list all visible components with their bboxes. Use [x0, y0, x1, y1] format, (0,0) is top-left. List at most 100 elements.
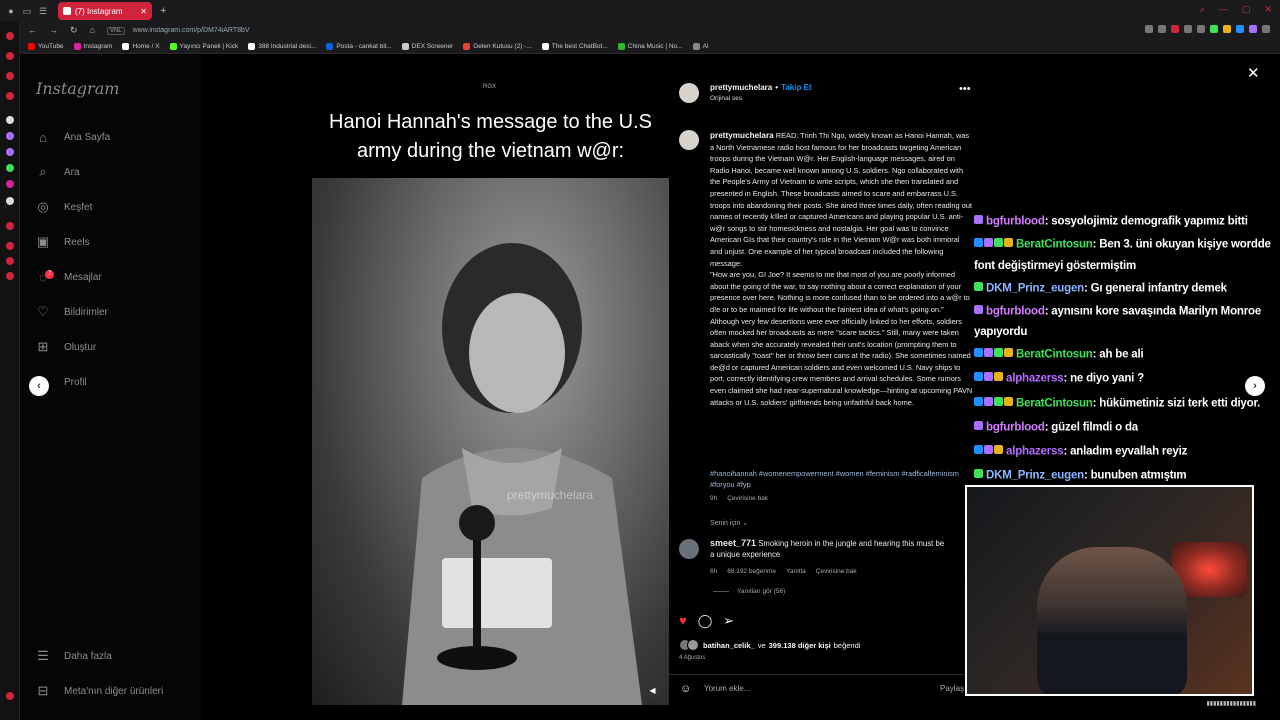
avatar[interactable]	[679, 130, 699, 150]
bookmark-item[interactable]: Instagram	[73, 42, 112, 50]
chat-username[interactable]: BeratCintosun	[1016, 397, 1093, 409]
sidebar-item-profile[interactable]: ● Profil	[35, 371, 195, 393]
extension-icon[interactable]	[1210, 25, 1218, 33]
extension-icon[interactable]	[1223, 25, 1231, 33]
new-tab-icon[interactable]: +	[160, 5, 166, 17]
extension-icon[interactable]	[1171, 25, 1179, 33]
comment-likes[interactable]: 68.192 beğenme	[727, 568, 776, 575]
bookmark-item[interactable]: 388 Industrial desi...	[248, 42, 316, 50]
bookmark-item[interactable]: YouTube	[28, 42, 64, 50]
chat-username[interactable]: DKM_Prinz_eugen	[986, 470, 1084, 482]
chat-username[interactable]: alphazerss	[1006, 446, 1064, 458]
sidebar-item-messages[interactable]: ◌ 7 Mesajlar	[35, 266, 195, 288]
bookmark-item[interactable]: Posta - cankat bil...	[326, 42, 392, 50]
bookmark-item[interactable]: AI	[692, 42, 709, 50]
close-icon[interactable]: ✕	[1247, 64, 1260, 82]
chat-username[interactable]: bgfurblood	[986, 422, 1045, 434]
forward-icon[interactable]: →	[49, 25, 58, 36]
bookmark-item[interactable]: Yayıncı Paneli | Kick	[169, 42, 238, 50]
audio-label[interactable]: Orijinal ses	[710, 95, 742, 102]
dock-app-icon[interactable]	[6, 222, 14, 230]
menu-icon[interactable]	[1262, 25, 1270, 33]
close-window-icon[interactable]: ✕	[1264, 4, 1272, 15]
reload-icon[interactable]: ↻	[70, 25, 78, 36]
caption-username[interactable]: prettymuchelara	[710, 131, 774, 140]
dock-app-icon[interactable]	[6, 52, 14, 60]
mute-icon[interactable]: ◀	[645, 683, 660, 698]
comment-input[interactable]	[704, 684, 904, 693]
browser-menu-icon[interactable]: ●	[6, 6, 16, 16]
emoji-icon[interactable]: ☺	[680, 683, 691, 695]
chat-username[interactable]: alphazerss	[1006, 373, 1064, 385]
bookmark-item[interactable]: Gelen Kutusu (2) -...	[463, 42, 532, 50]
extension-icon[interactable]	[1184, 25, 1192, 33]
view-replies-button[interactable]: Yanıtları gör (56)	[713, 588, 785, 595]
sidebar-item-create[interactable]: ⊞ Oluştur	[35, 336, 195, 358]
chat-username[interactable]: DKM_Prinz_eugen	[986, 282, 1084, 294]
more-options-icon[interactable]: •••	[959, 83, 971, 95]
dock-app-icon[interactable]	[6, 242, 14, 250]
liked-by-user[interactable]: batihan_celik_	[703, 641, 755, 650]
workspace-icon[interactable]: ▭	[22, 6, 32, 16]
avatar[interactable]	[679, 539, 699, 559]
close-tab-icon[interactable]: ✕	[140, 7, 147, 16]
sidebar-item-meta[interactable]: ⊟ Meta'nın diğer ürünleri	[35, 680, 195, 702]
bookmark-item[interactable]: Home / X	[122, 42, 160, 50]
chat-username[interactable]: bgfurblood	[986, 305, 1045, 317]
maximize-icon[interactable]: ▢	[1242, 4, 1251, 15]
tab-list-icon[interactable]: ☰	[38, 6, 48, 16]
comment-sort-dropdown[interactable]: Senin için ⌄	[710, 519, 748, 527]
chat-username[interactable]: BeratCintosun	[1016, 239, 1093, 251]
bookmark-item[interactable]: The best ChatBot...	[541, 42, 608, 50]
follow-button[interactable]: Takip Et	[781, 83, 812, 92]
vpn-badge[interactable]: VNL	[106, 27, 125, 35]
post-comment-button[interactable]: Paylaş	[940, 684, 964, 693]
comment-username[interactable]: smeet_771	[710, 538, 756, 548]
extension-icon[interactable]	[1145, 25, 1153, 33]
dock-app-icon[interactable]	[6, 692, 14, 700]
extension-icon[interactable]	[1236, 25, 1244, 33]
dock-app-icon[interactable]	[6, 132, 14, 140]
share-icon[interactable]: ➢	[723, 613, 734, 629]
comment-icon[interactable]: ◯	[698, 613, 713, 629]
previous-post-arrow-icon[interactable]: ‹	[29, 376, 49, 396]
post-username[interactable]: prettymuchelara	[710, 83, 772, 92]
minimize-icon[interactable]: —	[1219, 4, 1228, 15]
dock-app-icon[interactable]	[6, 197, 14, 205]
dock-app-icon[interactable]	[6, 272, 14, 280]
sidebar-item-home[interactable]: ⌂ Ana Sayfa	[35, 126, 195, 148]
see-translation-button[interactable]: Çevirisine bak	[727, 495, 768, 502]
reply-button[interactable]: Yanıtla	[786, 568, 806, 575]
dock-app-icon[interactable]	[6, 164, 14, 172]
chat-username[interactable]: bgfurblood	[986, 216, 1045, 228]
instagram-logo[interactable]: Instagram	[36, 79, 119, 98]
post-video[interactable]: RGX Hanoi Hannah's message to the U.S ar…	[312, 68, 669, 705]
dock-app-icon[interactable]	[6, 180, 14, 188]
dock-app-icon[interactable]	[6, 257, 14, 265]
liked-by-count[interactable]: 399.138 diğer kişi	[769, 641, 831, 650]
sidebar-item-more[interactable]: ☰ Daha fazla	[35, 645, 195, 667]
see-translation-button[interactable]: Çevirisine bak	[816, 568, 857, 575]
back-icon[interactable]: ←	[28, 25, 37, 36]
home-icon[interactable]: ⌂	[90, 25, 95, 36]
dock-app-icon[interactable]	[6, 32, 14, 40]
extension-icon[interactable]	[1197, 25, 1205, 33]
url-field[interactable]: VNL www.instagram.com/p/DM74iART8bV	[106, 27, 250, 35]
extension-icon[interactable]	[1249, 25, 1257, 33]
dock-app-icon[interactable]	[6, 116, 14, 124]
tab-instagram[interactable]: (7) Instagram ✕	[58, 2, 152, 20]
chat-username[interactable]: BeratCintosun	[1016, 349, 1093, 361]
like-heart-icon[interactable]: ♥	[679, 613, 687, 629]
avatar[interactable]	[687, 639, 699, 651]
sidebar-item-search[interactable]: ⌕ Ara	[35, 161, 195, 183]
bookmark-item[interactable]: China Music | No...	[617, 42, 683, 50]
avatar[interactable]	[679, 83, 699, 103]
dock-app-icon[interactable]	[6, 72, 14, 80]
bookmark-item[interactable]: DEX Screener	[401, 42, 453, 50]
sidebar-item-explore[interactable]: ◎ Keşfet	[35, 196, 195, 218]
hashtags-text[interactable]: #hanoihannah #womenempowerment #women #f…	[710, 469, 959, 489]
dock-app-icon[interactable]	[6, 148, 14, 156]
search-tabs-icon[interactable]: ⌕	[1200, 4, 1205, 15]
sidebar-item-notifications[interactable]: ♡ Bildirimler	[35, 301, 195, 323]
sidebar-item-reels[interactable]: ▣ Reels	[35, 231, 195, 253]
